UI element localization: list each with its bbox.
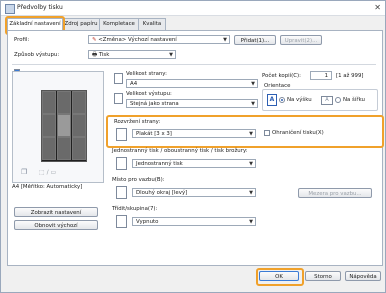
page-size-label: Velikost strany:	[126, 71, 167, 77]
tab-paper-source[interactable]: Zdroj papíru	[62, 18, 100, 30]
add-profile-button[interactable]: Přidat(1)...	[234, 35, 276, 45]
restore-defaults-button[interactable]: Obnovit výchozí	[14, 220, 98, 230]
page-size-icon	[114, 73, 123, 84]
window-title: Předvolby tisku	[17, 4, 63, 11]
output-method-select[interactable]: 🖶 Tisk ▼	[88, 50, 176, 59]
page-size-value: A4	[130, 81, 138, 87]
output-size-icon	[114, 93, 123, 104]
poster-tile	[42, 137, 56, 160]
show-settings-button[interactable]: Zobrazit nastavení	[14, 207, 98, 217]
edit-profile-button[interactable]: Upravit(2)...	[280, 35, 322, 45]
poster-tile	[42, 114, 56, 137]
output-method-value: Tisk	[98, 52, 110, 58]
output-size-value: Stejná jako strana	[130, 101, 179, 107]
duplex-select[interactable]: Jednostranný tisk ▼	[132, 159, 256, 168]
profile-label: Profil:	[14, 37, 30, 43]
portrait-icon: A	[267, 94, 277, 106]
poster-tile	[72, 137, 86, 160]
output-method-label: Způsob výstupu:	[14, 52, 60, 58]
poster-tile	[57, 114, 71, 137]
divider	[12, 64, 376, 65]
printer-small-icon: 🖶	[92, 52, 98, 58]
settings-panel: Profil: ✎ <Změna> Výchozí nastavení ▼ Př…	[7, 30, 384, 266]
chevron-down-icon: ▼	[169, 52, 173, 58]
chevron-down-icon: ▼	[249, 190, 253, 196]
profile-value: <Změna> Výchozí nastavení	[98, 37, 177, 43]
copies-label: Počet kopií(C):	[262, 73, 301, 79]
tab-finishing[interactable]: Kompletace	[99, 18, 139, 30]
landscape-radio[interactable]	[335, 97, 341, 103]
output-size-select[interactable]: Stejná jako strana ▼	[126, 99, 258, 108]
poster-tile	[57, 137, 71, 160]
binding-margin-button[interactable]: Mezera pro vazbu...	[298, 188, 372, 198]
orientation-group: A Na výšku A Na šířku	[262, 89, 378, 111]
profile-select[interactable]: ✎ <Změna> Výchozí nastavení ▼	[88, 35, 230, 44]
help-button[interactable]: Nápověda	[345, 271, 381, 281]
collate-select[interactable]: Vypnuto ▼	[132, 217, 256, 226]
chevron-down-icon: ▼	[249, 219, 253, 225]
copies-range: [1 až 999]	[336, 73, 364, 79]
duplex-label: Jednostranný tisk / oboustranný tisk / t…	[112, 148, 248, 154]
chevron-down-icon: ▼	[251, 101, 255, 107]
chevron-down-icon: ▼	[251, 81, 255, 87]
page-size-select[interactable]: A4 ▼	[126, 79, 258, 88]
staple-icon: ⬚ ∕ ▭	[39, 169, 57, 176]
collate-label: Třídit/skupina(7):	[112, 206, 158, 212]
landscape-label: Na šířku	[343, 97, 365, 103]
tab-quality[interactable]: Kvalita	[138, 18, 166, 30]
collate-icon	[116, 215, 127, 228]
output-size-label: Velikost výstupu:	[126, 91, 172, 97]
poster-tile	[72, 91, 86, 114]
cancel-button[interactable]: Storno	[305, 271, 341, 281]
poster-tile	[57, 91, 71, 114]
layout-highlight	[106, 115, 384, 148]
print-preferences-dialog: Předvolby tisku ✕ Základní nastavení Zdr…	[0, 0, 386, 293]
copies-value: 1	[324, 73, 328, 79]
portrait-radio[interactable]	[279, 97, 285, 103]
title-bar: Předvolby tisku ✕	[1, 1, 385, 16]
pencil-icon: ✎	[92, 37, 97, 43]
layout-preview: ❐ ⬚ ∕ ▭	[12, 71, 104, 183]
copy-stack-icon: ❐	[21, 168, 28, 176]
printer-icon	[5, 4, 15, 14]
binding-select[interactable]: Dlouhý okraj [levý] ▼	[132, 188, 256, 197]
poster-preview-sheet	[41, 90, 87, 162]
binding-value: Dlouhý okraj [levý]	[136, 190, 188, 196]
ok-highlight	[256, 268, 304, 286]
poster-tile	[72, 114, 86, 137]
close-icon[interactable]: ✕	[374, 3, 381, 12]
landscape-icon: A	[321, 96, 333, 105]
chevron-down-icon: ▼	[223, 37, 227, 43]
duplex-value: Jednostranný tisk	[136, 161, 183, 167]
binding-icon	[116, 186, 127, 199]
preview-caption: A4 [Měřítko: Automaticky]	[12, 184, 83, 190]
portrait-label: Na výšku	[287, 97, 312, 103]
collate-value: Vypnuto	[136, 219, 159, 225]
binding-label: Místo pro vazbu(B):	[112, 177, 165, 183]
chevron-down-icon: ▼	[249, 161, 253, 167]
duplex-icon	[116, 157, 127, 170]
poster-tile	[42, 91, 56, 114]
copies-input[interactable]: 1	[310, 71, 332, 80]
